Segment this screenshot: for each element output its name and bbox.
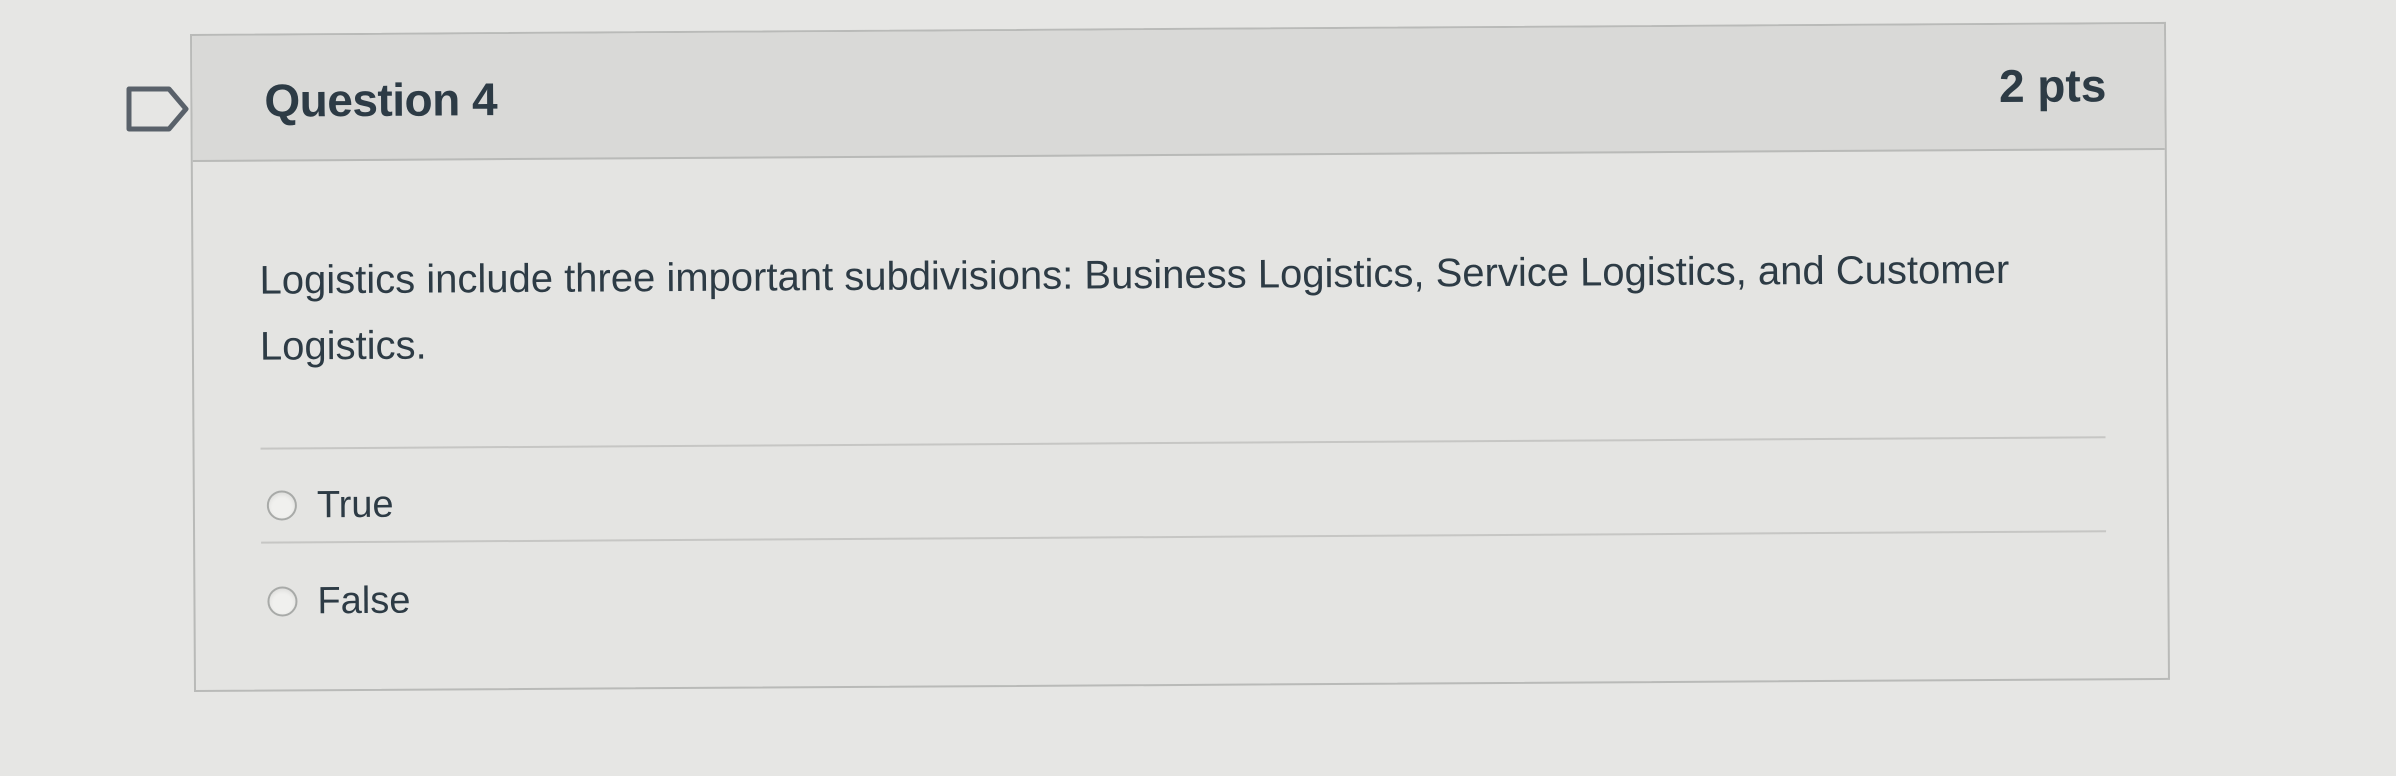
answer-option-false[interactable]: False: [267, 575, 411, 628]
question-title: Question 4: [264, 73, 498, 127]
question-prompt: Logistics include three important subdiv…: [259, 247, 2010, 369]
question-points: 2 pts: [1998, 59, 2107, 112]
question-header: Question 4 2 pts: [192, 23, 2165, 162]
answer-label-true[interactable]: True: [317, 483, 394, 526]
answer-divider: [261, 530, 2107, 544]
flag-question-icon[interactable]: [126, 86, 190, 132]
false-radio-button[interactable]: [267, 586, 298, 617]
answer-label-false[interactable]: False: [317, 579, 410, 623]
answer-divider: [260, 436, 2106, 450]
answer-option-true[interactable]: True: [266, 479, 394, 532]
question-card: Question 4 2 pts Logistics include three…: [190, 21, 2170, 692]
true-radio-button[interactable]: [266, 490, 297, 521]
